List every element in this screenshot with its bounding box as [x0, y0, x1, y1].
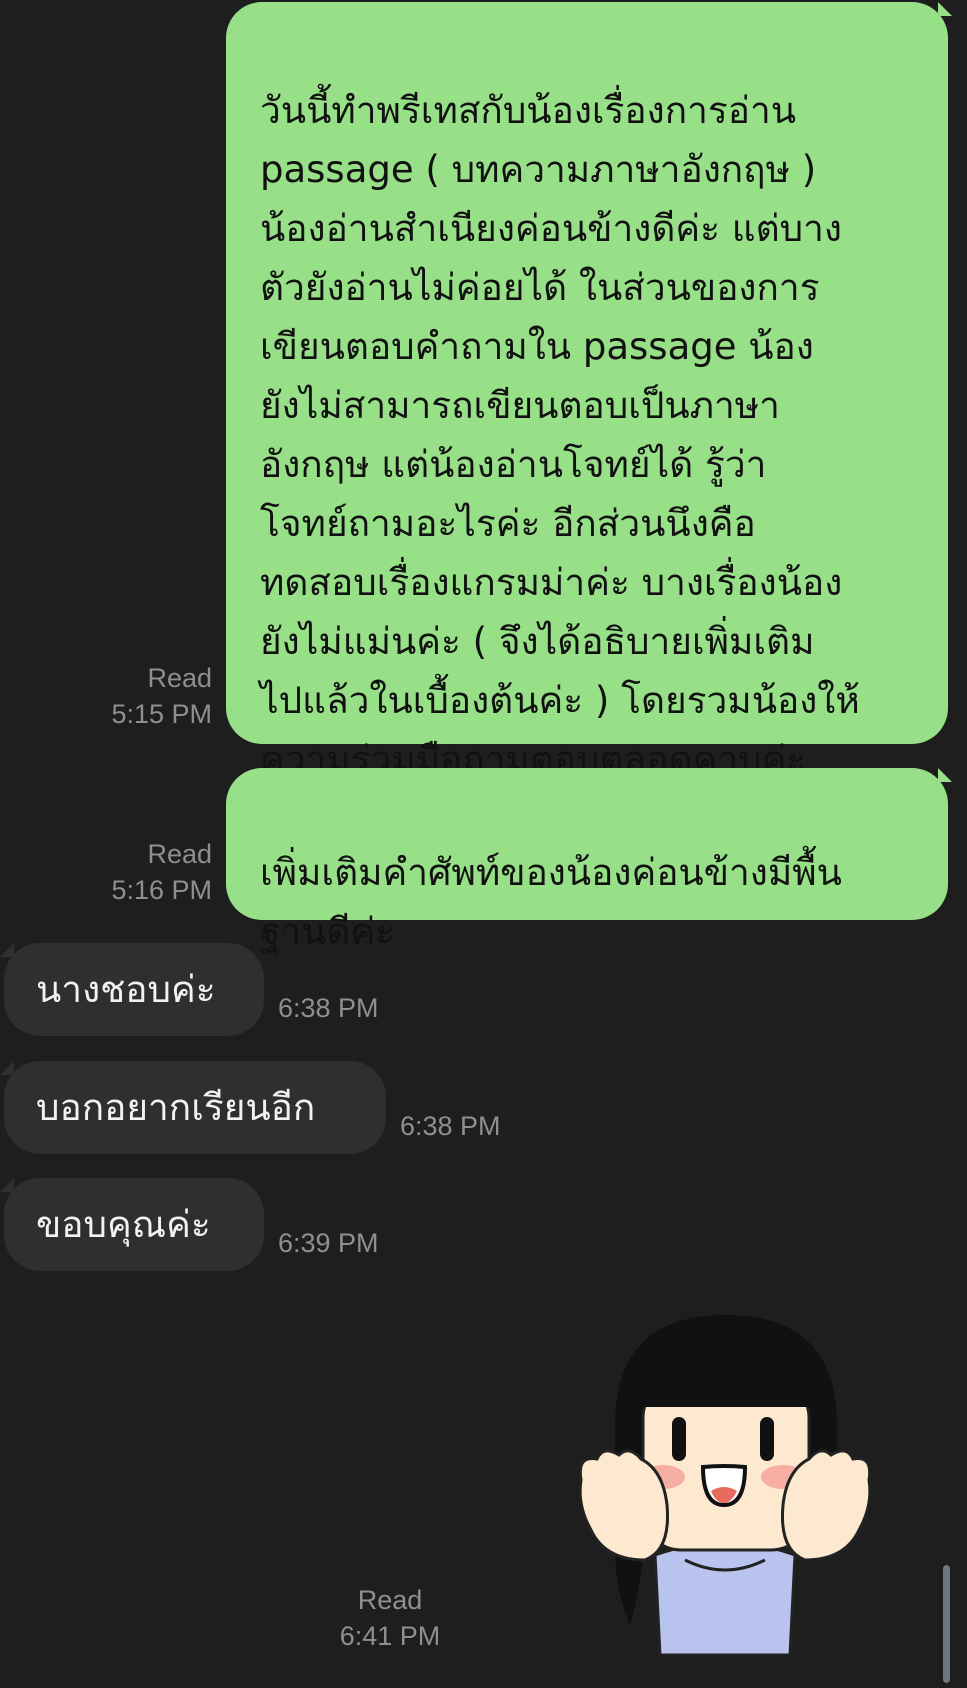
message-timestamp: 5:15 PM — [111, 699, 212, 729]
incoming-message-bubble[interactable]: นางชอบค่ะ — [4, 943, 264, 1036]
message-meta: Read 5:15 PM — [90, 660, 212, 732]
chat-scrollbar[interactable] — [943, 1565, 950, 1683]
message-timestamp: 6:39 PM — [278, 1228, 379, 1258]
happy-girl-sticker[interactable] — [575, 1305, 875, 1657]
message-timestamp: 6:38 PM — [400, 1111, 501, 1141]
message-text: นางชอบค่ะ — [36, 968, 216, 1011]
incoming-message-bubble[interactable]: ขอบคุณค่ะ — [4, 1178, 264, 1271]
bubble-tail — [0, 943, 14, 957]
message-meta: Read 6:41 PM — [330, 1582, 450, 1654]
read-status: Read — [147, 839, 212, 869]
sticker-image — [578, 1315, 872, 1657]
message-timestamp: 6:38 PM — [278, 993, 379, 1023]
message-timestamp: 5:16 PM — [111, 875, 212, 905]
bubble-tail — [938, 768, 952, 782]
read-status: Read — [147, 663, 212, 693]
outgoing-message-bubble[interactable]: เพิ่มเติมคำศัพท์ของน้องค่อนข้างมีพื้น ฐา… — [226, 768, 948, 953]
message-text: บอกอยากเรียนอีก — [36, 1086, 316, 1129]
bubble-tail — [0, 1061, 14, 1075]
message-text: เพิ่มเติมคำศัพท์ของน้องค่อนข้างมีพื้น ฐา… — [260, 851, 842, 953]
bubble-tail — [938, 2, 952, 16]
read-status: Read — [357, 1585, 423, 1615]
message-meta: Read 5:16 PM — [90, 836, 212, 908]
message-timestamp: 6:41 PM — [339, 1621, 441, 1651]
bubble-tail — [0, 1178, 14, 1192]
message-text: ขอบคุณค่ะ — [36, 1203, 211, 1246]
outgoing-message-bubble[interactable]: วันนี้ทำพรีเทสกับน้องเรื่องการอ่าน passa… — [226, 2, 948, 781]
message-text: วันนี้ทำพรีเทสกับน้องเรื่องการอ่าน passa… — [260, 89, 860, 781]
incoming-message-bubble[interactable]: บอกอยากเรียนอีก — [4, 1061, 386, 1154]
